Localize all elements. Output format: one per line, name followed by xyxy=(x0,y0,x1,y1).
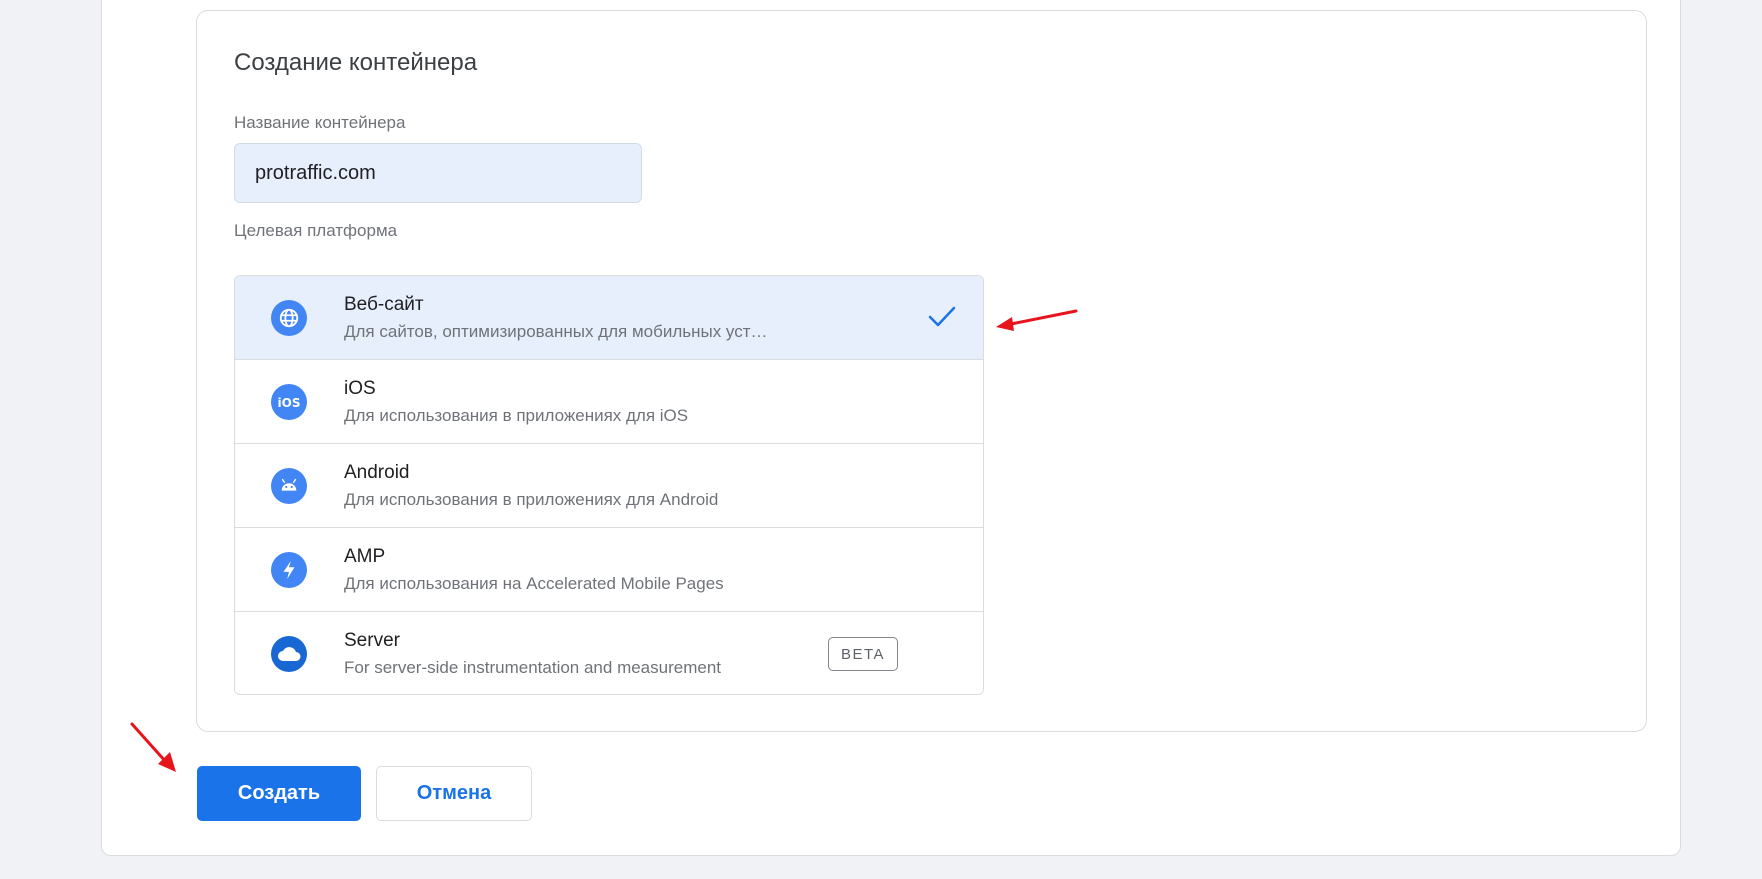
platform-title: AMP xyxy=(344,546,386,567)
platform-description: For server-side instrumentation and meas… xyxy=(344,658,721,677)
platform-option-amp[interactable]: AMP Для использования на Accelerated Mob… xyxy=(235,528,983,612)
platform-title: iOS xyxy=(344,378,376,399)
annotation-arrow-icon xyxy=(996,309,1078,331)
cloud-icon xyxy=(271,636,307,672)
platform-option-ios[interactable]: iOS iOS Для использования в приложениях … xyxy=(235,360,983,444)
platform-title: Server xyxy=(344,630,400,651)
platform-description: Для сайтов, оптимизированных для мобильн… xyxy=(344,322,768,341)
platform-option-website[interactable]: Веб-сайт Для сайтов, оптимизированных дл… xyxy=(235,276,983,360)
beta-badge: BETA xyxy=(828,637,898,671)
platform-description: Для использования в приложениях для Andr… xyxy=(344,490,719,509)
container-name-input[interactable] xyxy=(234,143,642,203)
target-platform-label: Целевая платформа xyxy=(234,221,398,240)
svg-text:iOS: iOS xyxy=(278,396,301,410)
cancel-button[interactable]: Отмена xyxy=(376,766,532,821)
ios-icon: iOS xyxy=(271,384,307,420)
lightning-icon xyxy=(271,552,307,588)
platform-description: Для использования на Accelerated Mobile … xyxy=(344,574,724,593)
platform-option-android[interactable]: Android Для использования в приложениях … xyxy=(235,444,983,528)
card-title: Создание контейнера xyxy=(234,49,478,76)
container-name-label: Название контейнера xyxy=(234,113,406,132)
platform-description: Для использования в приложениях для iOS xyxy=(344,406,689,425)
annotation-arrow-icon xyxy=(130,722,176,772)
platform-list: Веб-сайт Для сайтов, оптимизированных дл… xyxy=(234,275,984,695)
android-icon xyxy=(271,468,307,504)
checkmark-icon xyxy=(927,304,957,333)
create-container-card: Создание контейнера Название контейнера … xyxy=(196,10,1647,732)
platform-title: Android xyxy=(344,462,410,483)
globe-icon xyxy=(271,300,307,336)
platform-option-server[interactable]: Server For server-side instrumentation a… xyxy=(235,612,983,694)
create-button[interactable]: Создать xyxy=(197,766,361,821)
platform-title: Веб-сайт xyxy=(344,294,424,315)
